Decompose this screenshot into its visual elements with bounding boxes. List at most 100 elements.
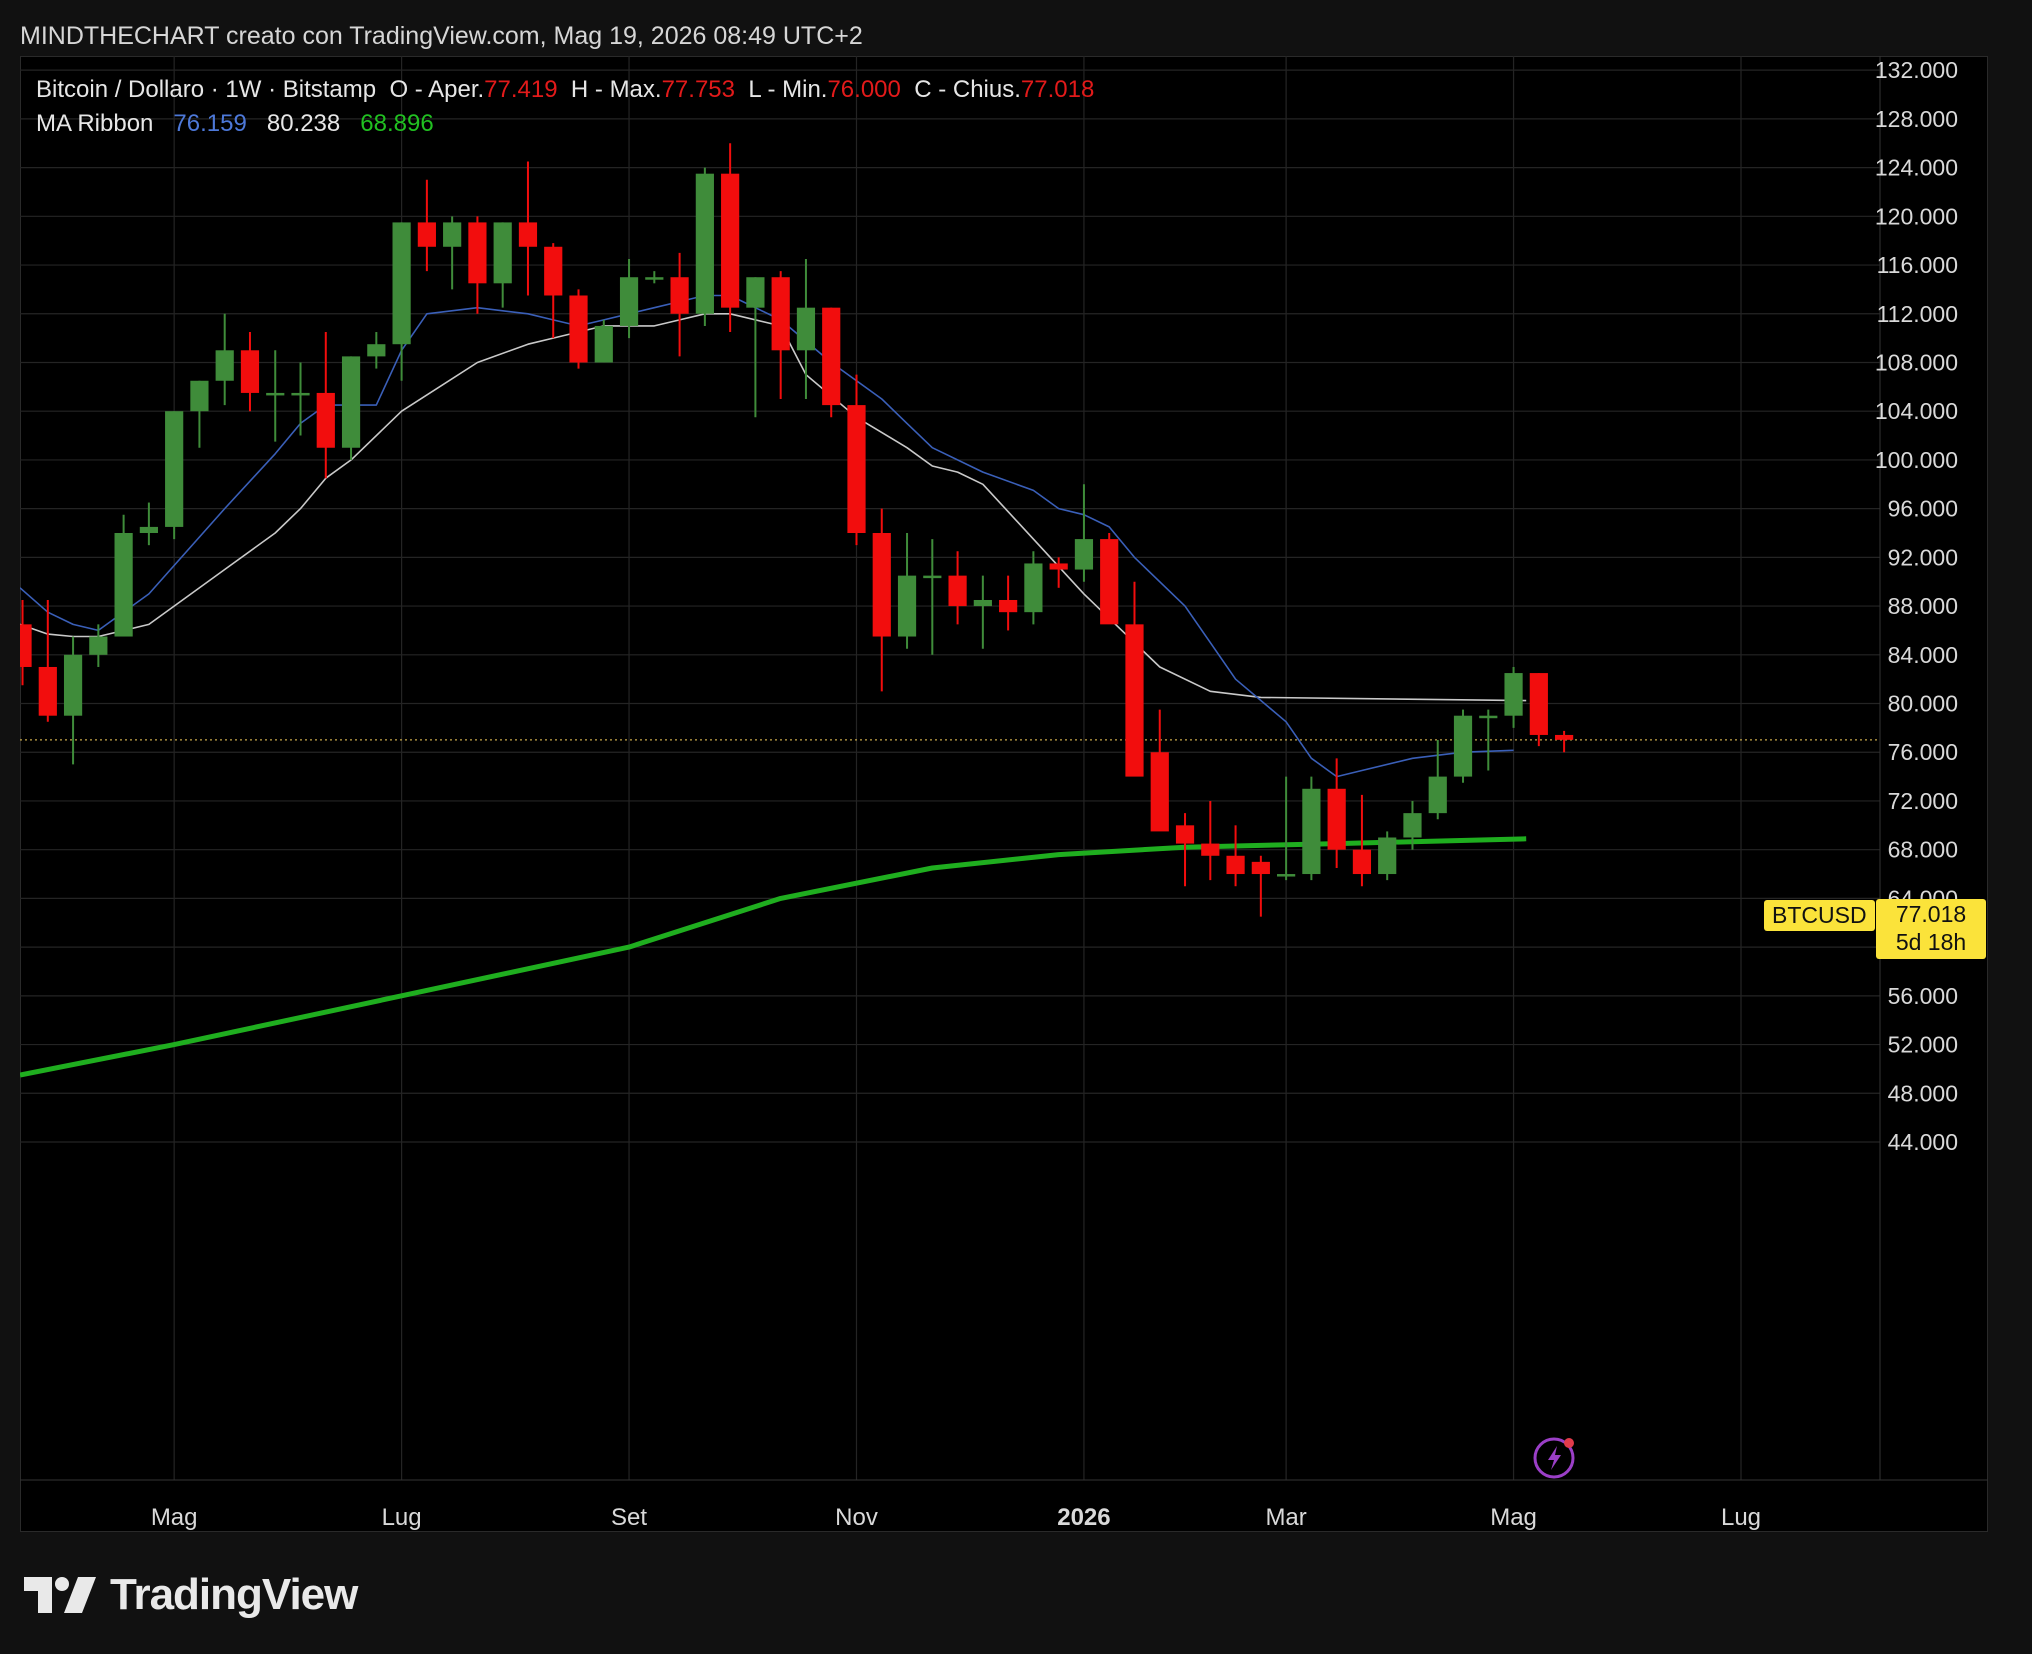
time-tick-label: Mag [151,1504,198,1531]
symbol-tag: BTCUSD [1764,900,1875,931]
price-tick-label: 56.000 [1888,983,1958,1009]
price-chart[interactable]: 132.000 128.000 124.000 120.000 116.000 112.0… [20,56,1988,1532]
legend-high-value: 77.753 [661,76,735,103]
tradingview-logo: TradingView [24,1570,358,1620]
price-tick-label: 100.000 [1875,447,1958,473]
price-tick-label: 108.000 [1875,349,1958,375]
candle-body [872,533,891,637]
time-tick-label: Mag [1490,1504,1537,1531]
ma-ribbon [20,294,1527,1078]
candle-body [923,575,942,579]
candle-body [645,277,664,280]
candle-body [1529,673,1548,735]
candle-body [973,599,992,607]
legend-ma-ribbon: MA Ribbon 76.159 80.238 68.896 [36,110,434,138]
time-axis: Mag Lug Set Nov 2026 Mar Mag Lug [151,1504,1761,1531]
legend-ma1: 76.159 [173,110,247,137]
candle-body [1074,539,1094,570]
candle-body [392,222,411,345]
candle-body [1150,752,1169,832]
price-tick-label: 112.000 [1877,301,1958,327]
price-tick-label: 116.000 [1877,252,1958,278]
legend-ohlc: Bitcoin / Dollaro · 1W · Bitstamp O - Ap… [36,76,1094,104]
legend-symbol[interactable]: Bitcoin / Dollaro · 1W · Bitstamp [36,76,376,103]
candle-body [1327,788,1346,850]
candle-body [822,307,841,406]
price-tick-label: 76.000 [1888,739,1958,765]
last-price-tag: 77.018 5d 18h [1876,899,1986,959]
price-tick-label: 104.000 [1875,398,1958,424]
candle-body [240,350,260,393]
price-tick-label: 96.000 [1888,496,1958,522]
candle-body [1175,825,1195,844]
legend-low-value: 76.000 [827,76,901,103]
candle-body [1403,813,1422,838]
price-tick-label: 72.000 [1888,788,1958,814]
tradingview-logo-icon [24,1577,96,1613]
candle-body [367,344,386,357]
last-price: 77.018 [1895,901,1967,927]
candle-body [1428,776,1447,814]
candle-body [316,392,335,448]
legend-low-label: L - Min. [748,76,828,103]
candle-body [1378,837,1397,875]
candle-body [114,533,133,637]
legend-open-value: 77.419 [484,76,558,103]
price-tick-label: 68.000 [1888,837,1958,863]
candle-body [1302,788,1321,875]
candle-body [1049,563,1068,570]
candle-body [468,222,487,284]
time-tick-label: Lug [382,1504,422,1531]
price-tick-label: 52.000 [1888,1032,1958,1058]
time-tick-label: Nov [835,1504,878,1531]
price-tick-label: 132.000 [1875,57,1958,83]
candle-body [695,173,714,314]
candle-body [341,356,361,448]
candle-body [619,277,639,326]
candle-body [139,526,158,533]
candle-body [20,624,32,667]
candle-body [190,380,209,412]
price-tick-label: 80.000 [1888,691,1958,717]
time-tick-label: 2026 [1057,1504,1110,1531]
tradingview-wordmark: TradingView [110,1570,358,1619]
candle-body [796,307,816,351]
candle-body [518,222,538,247]
legend-ma3: 68.896 [360,110,434,137]
candle-body [1504,673,1523,716]
candle-body [1453,715,1473,777]
price-tick-label: 48.000 [1888,1080,1958,1106]
candle-body [721,173,740,308]
candle-body [493,222,512,284]
price-tick-label: 92.000 [1888,544,1958,570]
candle-body [948,575,967,607]
candle-body [670,277,689,314]
bar-countdown: 5d 18h [1895,929,1967,955]
candle-body [89,636,108,655]
candle-body [746,277,765,308]
candle-body [771,277,790,351]
legend-ma-label[interactable]: MA Ribbon [36,110,153,137]
candle-body [544,246,563,296]
candle-body [1100,539,1119,625]
candle-body [1201,843,1220,856]
price-tick-label: 44.000 [1888,1129,1958,1155]
candle-body [847,405,866,533]
candle-body [291,392,310,396]
bolt-icon[interactable] [1532,1432,1580,1480]
candle-body [569,295,588,363]
candle-body [1125,624,1144,777]
legend-close-label: C - Chius. [914,76,1021,103]
ma-slow-line [20,836,1527,1078]
price-tick-label: 88.000 [1888,593,1958,619]
candle-body [1555,734,1574,740]
price-tick-label: 120.000 [1875,203,1958,229]
price-tick-label: 124.000 [1875,155,1958,181]
candle-body [1024,563,1043,613]
candle-body [1226,855,1245,875]
candle-body [266,392,285,396]
price-tick-label: 128.000 [1875,106,1958,132]
candle-body [443,222,462,247]
candle-body [999,599,1018,613]
legend-open-label: O - Aper. [389,76,485,103]
